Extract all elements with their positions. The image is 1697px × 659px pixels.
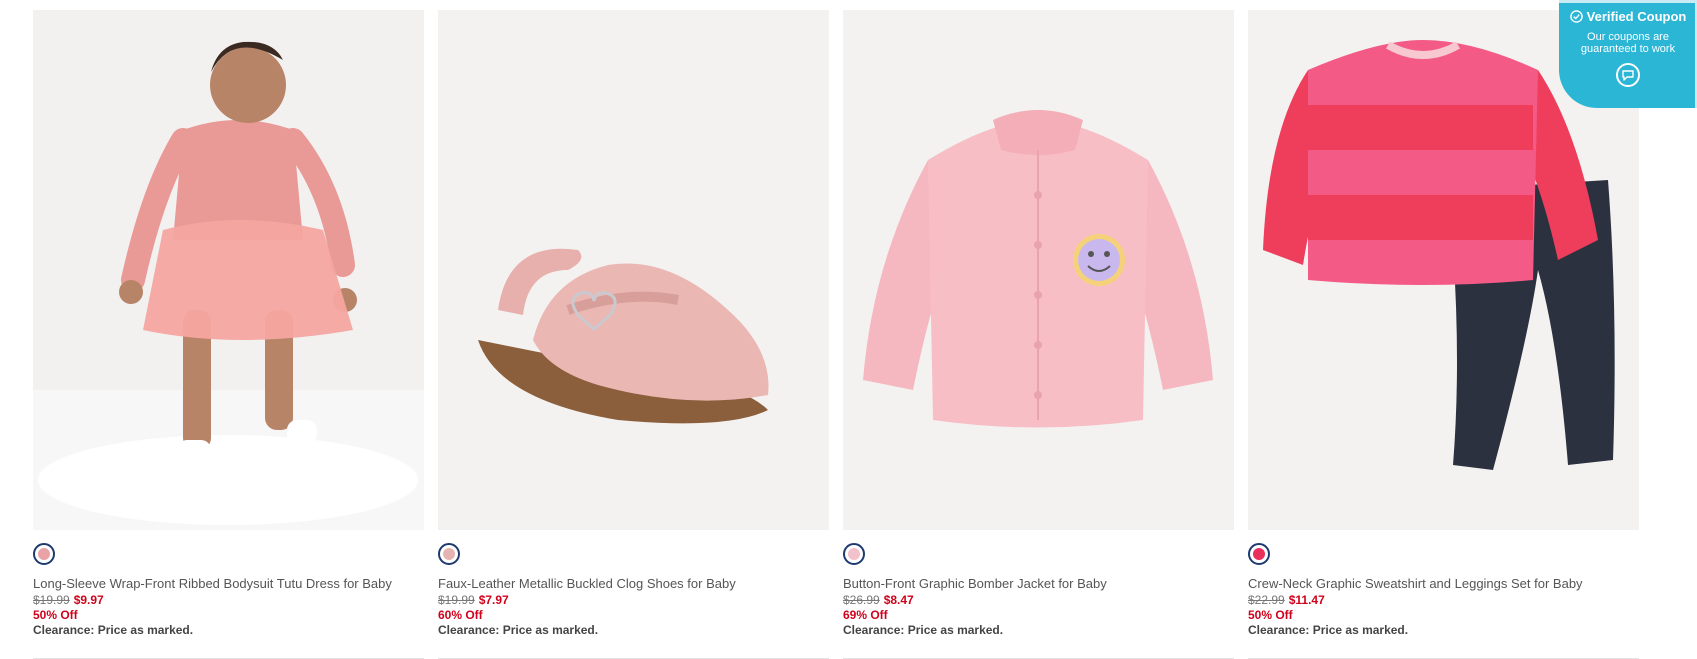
- price-line: $19.99 $9.97: [33, 593, 424, 608]
- discount-label: 50% Off: [1248, 608, 1293, 622]
- check-circle-icon: [1569, 10, 1583, 23]
- original-price: $22.99: [1248, 593, 1285, 607]
- original-price: $26.99: [843, 593, 880, 607]
- color-swatch[interactable]: [1248, 543, 1270, 565]
- clearance-note: Clearance: Price as marked.: [1248, 623, 1409, 637]
- sale-price: $8.47: [883, 593, 914, 607]
- product-card[interactable]: Button-Front Graphic Bomber Jacket for B…: [843, 10, 1234, 659]
- product-title[interactable]: Long-Sleeve Wrap-Front Ribbed Bodysuit T…: [33, 576, 424, 592]
- clearance-note: Clearance: Price as marked.: [438, 623, 599, 637]
- product-card[interactable]: Crew-Neck Graphic Sweatshirt and Legging…: [1248, 10, 1639, 659]
- clearance-note: Clearance: Price as marked.: [843, 623, 1004, 637]
- product-image-bomber-jacket[interactable]: [843, 10, 1234, 530]
- sale-price: $7.97: [478, 593, 509, 607]
- verified-coupon-widget[interactable]: Verified Coupon Our coupons are guarante…: [1559, 0, 1697, 108]
- clearance-note: Clearance: Price as marked.: [33, 623, 194, 637]
- coupon-title: Verified Coupon: [1586, 9, 1687, 24]
- product-grid: Long-Sleeve Wrap-Front Ribbed Bodysuit T…: [33, 10, 1639, 659]
- discount-label: 50% Off: [33, 608, 78, 622]
- swatch-color-dot: [443, 548, 455, 560]
- swatch-color-dot: [38, 548, 50, 560]
- discount-label: 69% Off: [843, 608, 888, 622]
- product-image-clog-shoes[interactable]: [438, 10, 829, 530]
- product-title[interactable]: Crew-Neck Graphic Sweatshirt and Legging…: [1248, 576, 1639, 592]
- original-price: $19.99: [33, 593, 70, 607]
- color-swatch[interactable]: [33, 543, 55, 565]
- swatch-color-dot: [848, 548, 860, 560]
- coupon-header: Verified Coupon: [1559, 9, 1697, 24]
- coupon-subtitle: Our coupons are guaranteed to work: [1580, 31, 1676, 55]
- price-line: $26.99 $8.47: [843, 593, 1234, 608]
- product-card[interactable]: Faux-Leather Metallic Buckled Clog Shoes…: [438, 10, 829, 659]
- discount-label: 60% Off: [438, 608, 483, 622]
- color-swatch[interactable]: [438, 543, 460, 565]
- chat-bubble-glyph: [1622, 70, 1634, 81]
- original-price: $19.99: [438, 593, 475, 607]
- sale-price: $11.47: [1288, 593, 1325, 607]
- product-image-tutu-dress[interactable]: [33, 10, 424, 530]
- product-title[interactable]: Faux-Leather Metallic Buckled Clog Shoes…: [438, 576, 829, 592]
- chat-bubble-icon[interactable]: [1616, 63, 1640, 87]
- product-title[interactable]: Button-Front Graphic Bomber Jacket for B…: [843, 576, 1234, 592]
- color-swatch[interactable]: [843, 543, 865, 565]
- swatch-color-dot: [1253, 548, 1265, 560]
- product-card[interactable]: Long-Sleeve Wrap-Front Ribbed Bodysuit T…: [33, 10, 424, 659]
- price-line: $19.99 $7.97: [438, 593, 829, 608]
- price-line: $22.99 $11.47: [1248, 593, 1639, 608]
- sale-price: $9.97: [73, 593, 104, 607]
